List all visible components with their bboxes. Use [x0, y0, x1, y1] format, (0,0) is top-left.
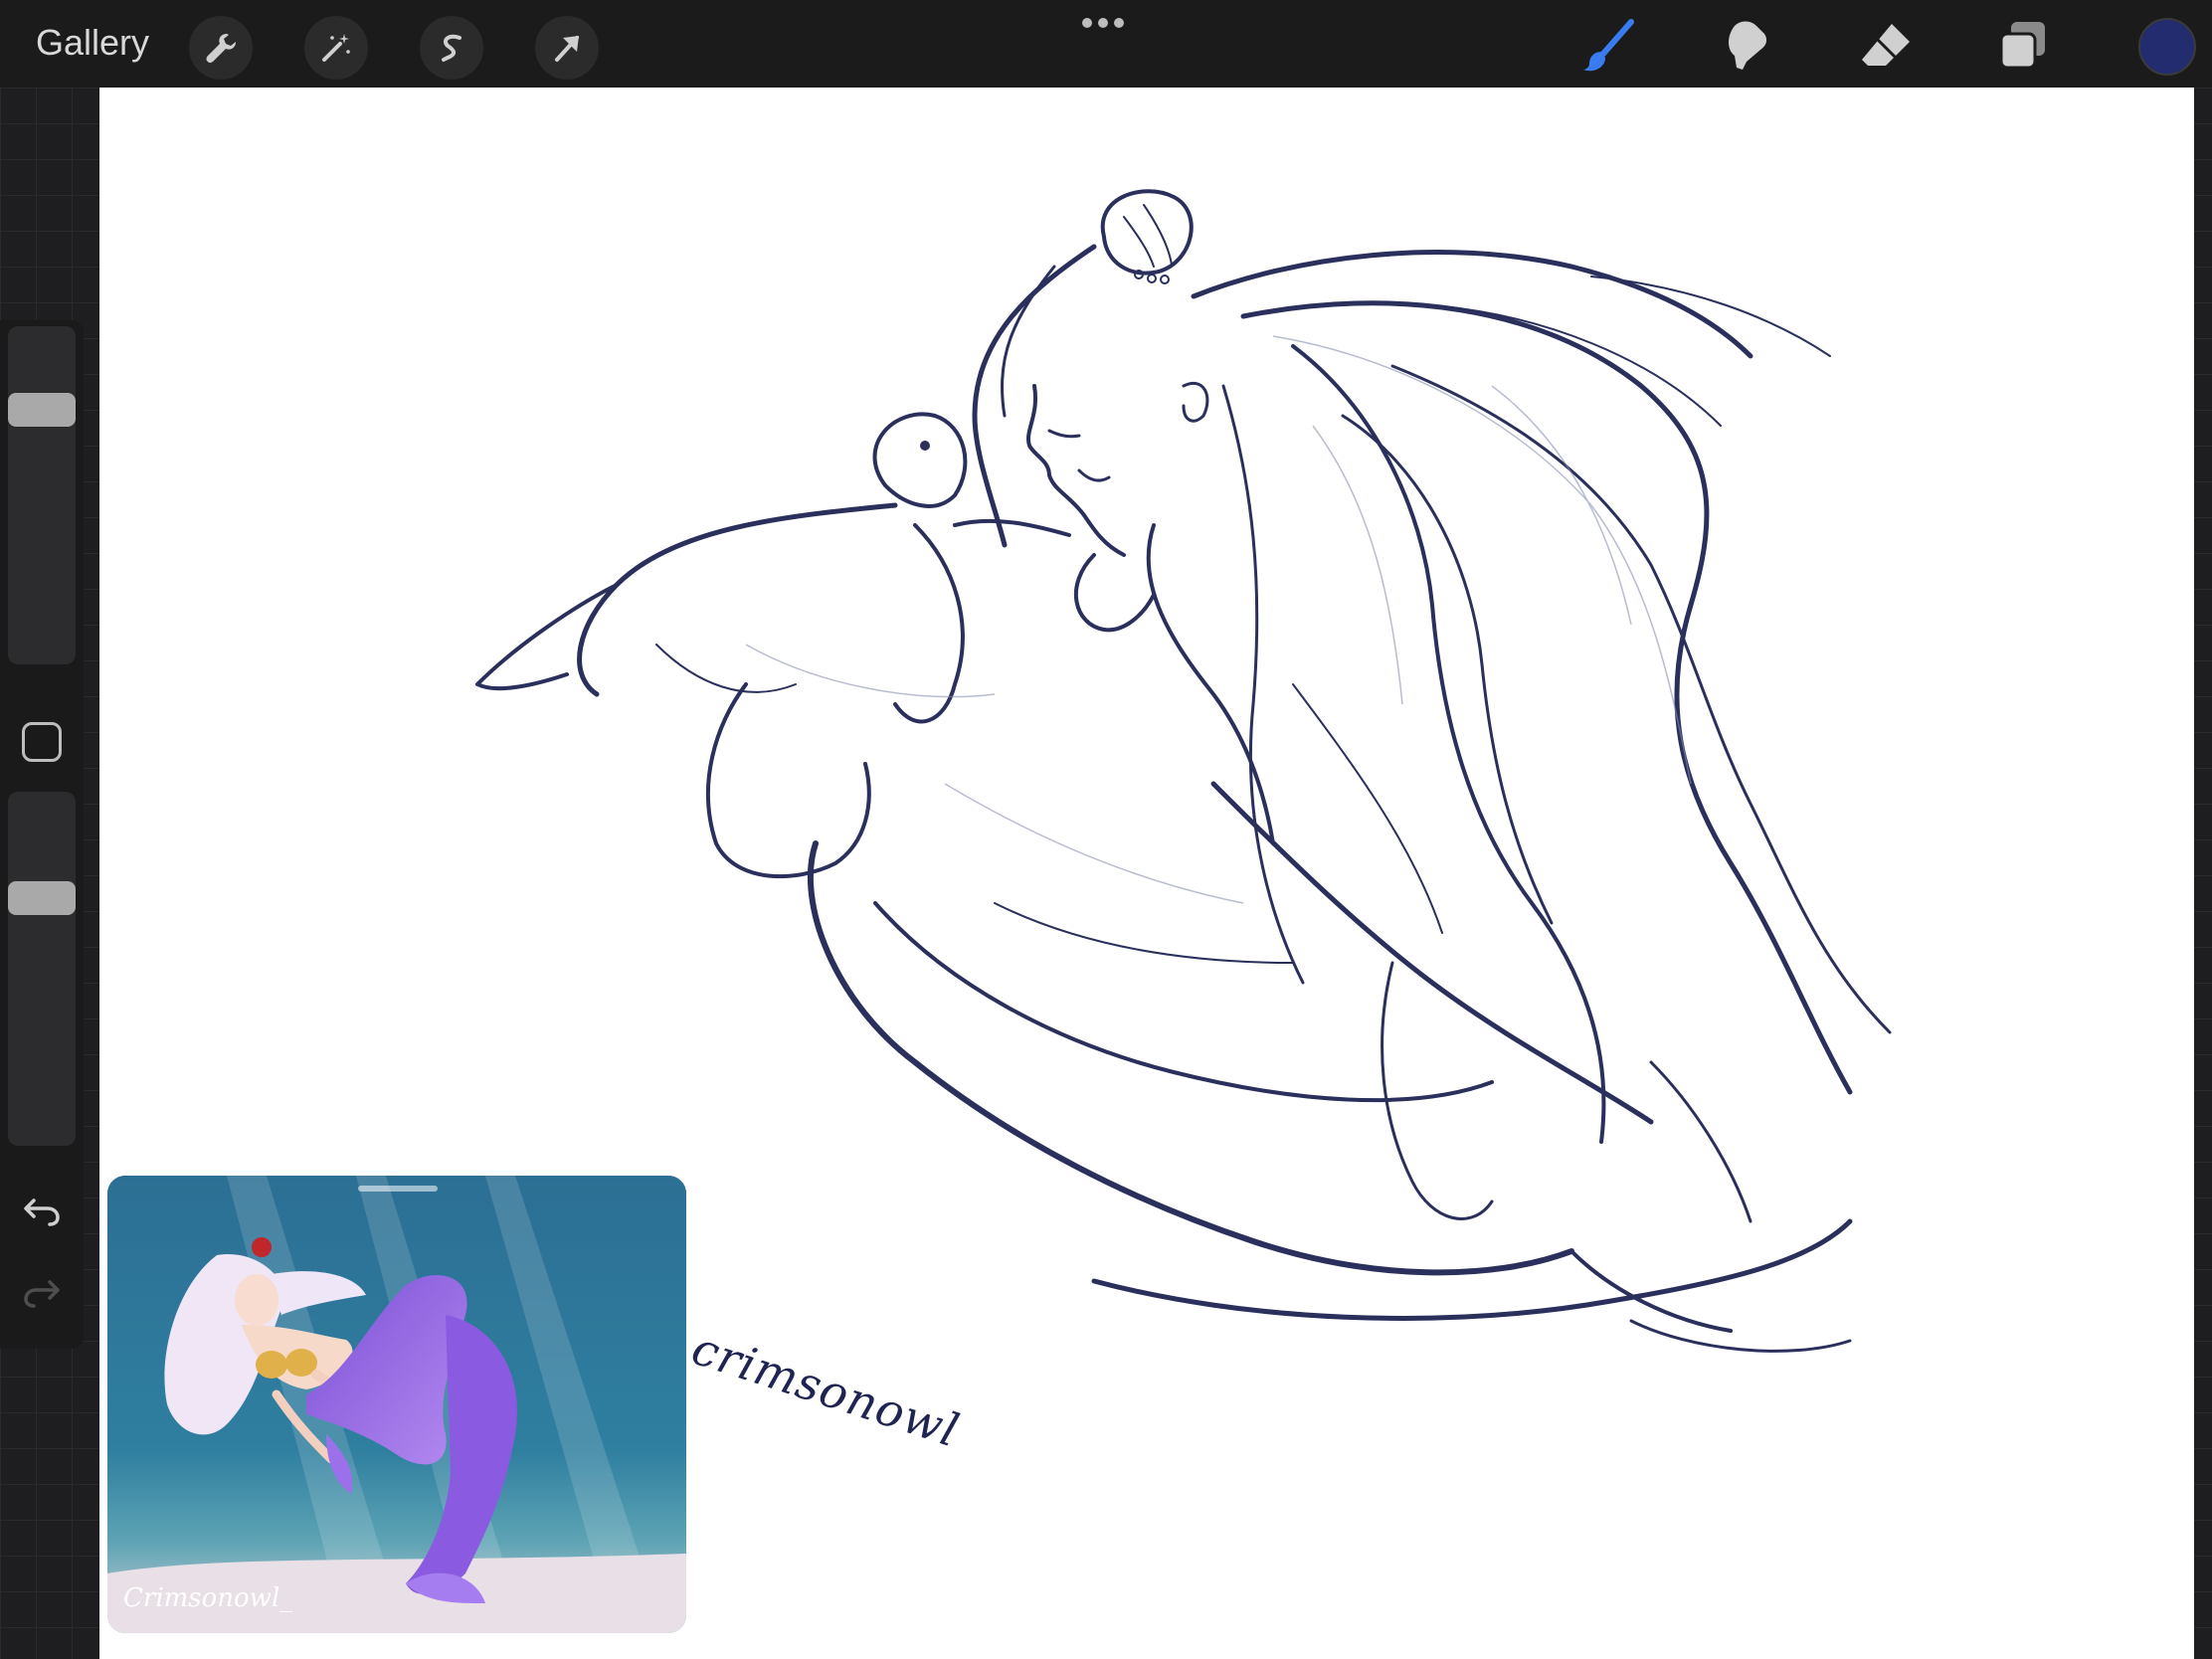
selection-button[interactable]	[420, 16, 483, 80]
top-toolbar: Gallery	[0, 0, 2212, 88]
left-sidebar	[0, 320, 84, 1349]
brush-opacity-slider-thumb[interactable]	[8, 881, 76, 916]
brush-icon	[1583, 19, 1634, 72]
actions-button[interactable]	[189, 16, 253, 80]
redo-button[interactable]	[16, 1269, 68, 1315]
brush-opacity-slider[interactable]	[8, 792, 76, 1146]
gallery-button[interactable]: Gallery	[36, 22, 149, 64]
reference-signature: Crimsonowl_	[123, 1583, 293, 1613]
reference-window[interactable]: Crimsonowl_	[107, 1176, 686, 1633]
square-modifier-icon[interactable]	[22, 722, 62, 762]
transform-arrow-icon	[555, 36, 579, 62]
redo-icon	[24, 1280, 60, 1308]
brush-size-slider-thumb[interactable]	[8, 393, 76, 428]
color-picker-swatch[interactable]	[2138, 18, 2196, 76]
brush-tool-button[interactable]	[1573, 12, 1645, 80]
wrench-icon	[206, 34, 236, 64]
layers-icon	[1999, 22, 2045, 70]
undo-icon	[24, 1198, 60, 1226]
transform-button[interactable]	[535, 16, 599, 80]
reference-image	[107, 1176, 686, 1633]
smudge-icon	[1729, 21, 1767, 70]
smudge-tool-button[interactable]	[1711, 12, 1782, 80]
magic-wand-icon	[322, 34, 350, 62]
eraser-icon	[1862, 24, 1910, 66]
eraser-tool-button[interactable]	[1850, 12, 1922, 80]
brush-size-slider[interactable]	[8, 326, 76, 664]
adjustments-button[interactable]	[304, 16, 368, 80]
undo-button[interactable]	[16, 1188, 68, 1233]
more-options-ellipsis-icon[interactable]	[1082, 18, 1126, 32]
layers-button[interactable]	[1987, 12, 2059, 80]
selection-icon	[442, 34, 461, 62]
reference-drag-handle[interactable]	[358, 1186, 438, 1192]
